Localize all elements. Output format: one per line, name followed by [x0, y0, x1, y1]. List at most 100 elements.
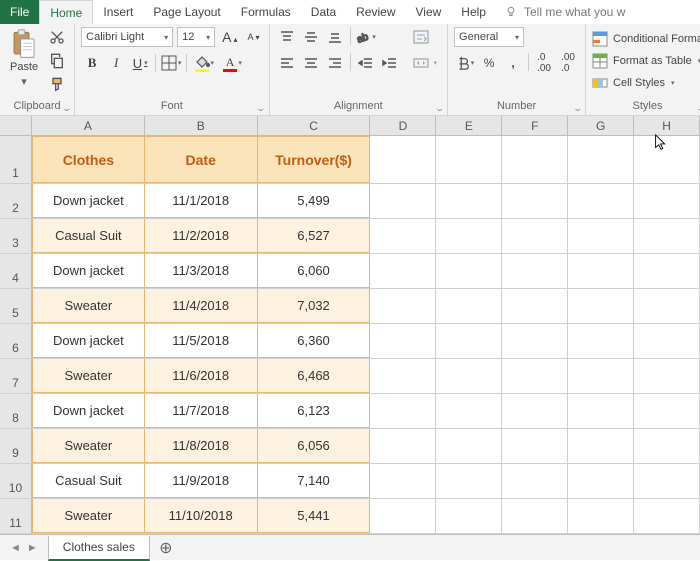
merge-center-button[interactable]: ▾ — [409, 53, 442, 73]
cell-D5[interactable] — [370, 289, 436, 323]
cell-C4[interactable]: 6,060 — [258, 254, 371, 288]
cell-G11[interactable] — [568, 499, 634, 533]
align-middle-button[interactable] — [300, 27, 322, 47]
col-header-H[interactable]: H — [634, 116, 700, 135]
decrease-indent-button[interactable] — [355, 53, 377, 73]
bold-button[interactable]: B — [81, 53, 103, 73]
cell-G3[interactable] — [568, 219, 634, 253]
cell-F11[interactable] — [502, 499, 568, 533]
menu-review[interactable]: Review — [346, 0, 405, 24]
increase-decimal-button[interactable]: .0.00 — [533, 53, 555, 73]
cell-C11[interactable]: 5,441 — [258, 499, 371, 533]
cell-F6[interactable] — [502, 324, 568, 358]
cell-B10[interactable]: 11/9/2018 — [145, 464, 258, 498]
cell-B6[interactable]: 11/5/2018 — [145, 324, 258, 358]
cell-A6[interactable]: Down jacket — [32, 324, 145, 358]
cell-A2[interactable]: Down jacket — [32, 184, 145, 218]
add-sheet-button[interactable]: ⊕ — [154, 536, 178, 560]
menu-view[interactable]: View — [406, 0, 452, 24]
row-header-9[interactable]: 9 — [0, 429, 32, 463]
wrap-text-button[interactable] — [409, 27, 442, 47]
cell-H3[interactable] — [634, 219, 700, 253]
cell-C3[interactable]: 6,527 — [258, 219, 371, 253]
cell-F2[interactable] — [502, 184, 568, 218]
row-header-7[interactable]: 7 — [0, 359, 32, 393]
conditional-formatting-button[interactable]: Conditional Forma — [592, 29, 700, 49]
menu-insert[interactable]: Insert — [93, 0, 143, 24]
cell-C6[interactable]: 6,360 — [258, 324, 371, 358]
increase-indent-button[interactable] — [379, 53, 401, 73]
menu-page-layout[interactable]: Page Layout — [143, 0, 230, 24]
cell-H2[interactable] — [634, 184, 700, 218]
cell-D4[interactable] — [370, 254, 436, 288]
menu-home[interactable]: Home — [39, 0, 93, 24]
copy-button[interactable] — [46, 51, 68, 71]
cell-D10[interactable] — [370, 464, 436, 498]
cell-D8[interactable] — [370, 394, 436, 428]
cell-E2[interactable] — [436, 184, 502, 218]
row-header-2[interactable]: 2 — [0, 184, 32, 218]
cell-F5[interactable] — [502, 289, 568, 323]
cut-button[interactable] — [46, 27, 68, 47]
cell-E5[interactable] — [436, 289, 502, 323]
font-size-select[interactable]: 12▾ — [177, 27, 215, 47]
cell-B2[interactable]: 11/1/2018 — [145, 184, 258, 218]
cell-D3[interactable] — [370, 219, 436, 253]
underline-button[interactable]: U▾ — [129, 53, 151, 73]
cell-H4[interactable] — [634, 254, 700, 288]
row-header-10[interactable]: 10 — [0, 464, 32, 498]
cell-styles-button[interactable]: Cell Styles▾ — [592, 73, 700, 93]
cell-H9[interactable] — [634, 429, 700, 463]
font-name-select[interactable]: Calibri Light▾ — [81, 27, 173, 47]
row-header-5[interactable]: 5 — [0, 289, 32, 323]
tab-nav-next[interactable]: ► — [27, 542, 38, 554]
cell-F1[interactable] — [502, 136, 568, 183]
cell-C1[interactable]: Turnover($) — [258, 136, 371, 183]
cell-G2[interactable] — [568, 184, 634, 218]
align-center-button[interactable] — [300, 53, 322, 73]
cell-D11[interactable] — [370, 499, 436, 533]
row-header-6[interactable]: 6 — [0, 324, 32, 358]
align-top-button[interactable] — [276, 27, 298, 47]
format-painter-button[interactable] — [46, 75, 68, 95]
cell-C2[interactable]: 5,499 — [258, 184, 371, 218]
cell-F8[interactable] — [502, 394, 568, 428]
cell-D9[interactable] — [370, 429, 436, 463]
cell-E4[interactable] — [436, 254, 502, 288]
cell-H8[interactable] — [634, 394, 700, 428]
cell-H6[interactable] — [634, 324, 700, 358]
select-all-corner[interactable] — [0, 116, 32, 135]
cell-B9[interactable]: 11/8/2018 — [145, 429, 258, 463]
cell-E9[interactable] — [436, 429, 502, 463]
decrease-font-button[interactable]: A▾ — [245, 32, 263, 42]
cell-E11[interactable] — [436, 499, 502, 533]
col-header-E[interactable]: E — [436, 116, 502, 135]
format-as-table-button[interactable]: Format as Table▾ — [592, 51, 700, 71]
cell-D6[interactable] — [370, 324, 436, 358]
cell-D2[interactable] — [370, 184, 436, 218]
cell-B1[interactable]: Date — [145, 136, 258, 183]
cell-G9[interactable] — [568, 429, 634, 463]
menu-help[interactable]: Help — [451, 0, 496, 24]
cell-A9[interactable]: Sweater — [32, 429, 145, 463]
col-header-B[interactable]: B — [145, 116, 258, 135]
cell-E10[interactable] — [436, 464, 502, 498]
paste-button[interactable]: Paste ▾ — [6, 27, 42, 90]
cell-C7[interactable]: 6,468 — [258, 359, 371, 393]
cell-B4[interactable]: 11/3/2018 — [145, 254, 258, 288]
cell-E7[interactable] — [436, 359, 502, 393]
cell-B8[interactable]: 11/7/2018 — [145, 394, 258, 428]
align-left-button[interactable] — [276, 53, 298, 73]
menu-formulas[interactable]: Formulas — [231, 0, 301, 24]
cell-H7[interactable] — [634, 359, 700, 393]
cell-H1[interactable] — [634, 136, 700, 183]
col-header-F[interactable]: F — [502, 116, 568, 135]
comma-format-button[interactable]: , — [502, 53, 524, 73]
menu-file[interactable]: File — [0, 0, 39, 24]
cell-C5[interactable]: 7,032 — [258, 289, 371, 323]
row-header-1[interactable]: 1 — [0, 136, 32, 183]
menu-data[interactable]: Data — [301, 0, 346, 24]
tab-nav-prev[interactable]: ◄ — [10, 542, 21, 554]
cell-F10[interactable] — [502, 464, 568, 498]
cell-A4[interactable]: Down jacket — [32, 254, 145, 288]
